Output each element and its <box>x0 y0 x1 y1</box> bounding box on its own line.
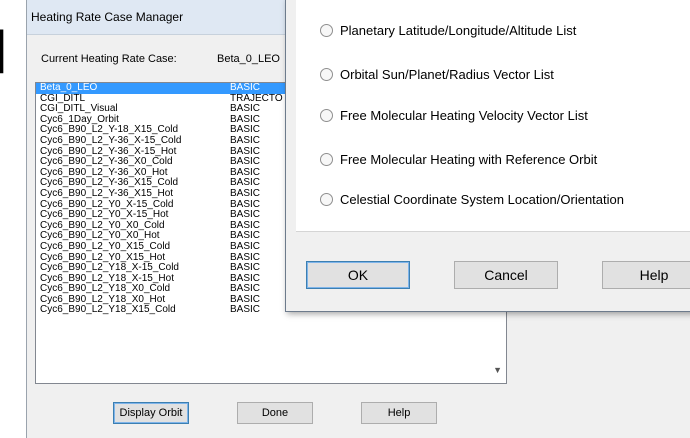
window-title: Heating Rate Case Manager <box>31 10 184 24</box>
help-button[interactable]: Help <box>361 402 437 424</box>
option-label: Celestial Coordinate System Location/Ori… <box>340 192 624 207</box>
display-orbit-button[interactable]: Display Orbit <box>113 402 189 424</box>
dialog-help-button[interactable]: Help <box>602 261 690 289</box>
option-label: Planetary Latitude/Longitude/Altitude Li… <box>340 23 577 38</box>
radio-button[interactable] <box>320 193 333 206</box>
option-label: Free Molecular Heating Velocity Vector L… <box>340 108 588 123</box>
current-case-label: Current Heating Rate Case: <box>41 53 177 65</box>
scroll-down-icon[interactable]: ▼ <box>493 365 502 375</box>
orbit-display-dialog: Planetary Latitude/Longitude/Altitude Li… <box>285 0 690 312</box>
radio-button[interactable] <box>320 68 333 81</box>
background-window-fragment: l <box>0 19 8 86</box>
ok-button[interactable]: OK <box>306 261 410 289</box>
option-label: Orbital Sun/Planet/Radius Vector List <box>340 67 554 82</box>
dialog-options-panel: Planetary Latitude/Longitude/Altitude Li… <box>296 0 690 232</box>
cancel-button[interactable]: Cancel <box>454 261 558 289</box>
done-button[interactable]: Done <box>237 402 313 424</box>
current-case-value: Beta_0_LEO <box>217 53 280 65</box>
radio-button[interactable] <box>320 24 333 37</box>
radio-button[interactable] <box>320 153 333 166</box>
option-label: Free Molecular Heating with Reference Or… <box>340 152 598 167</box>
radio-button[interactable] <box>320 109 333 122</box>
